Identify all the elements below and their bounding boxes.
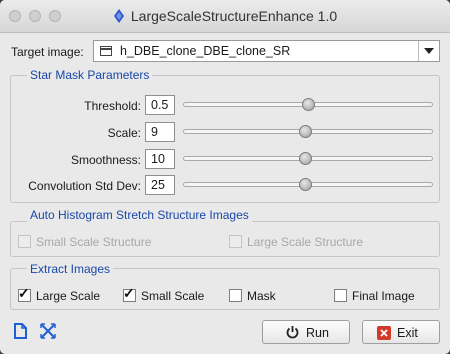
convolution-std-dev-input[interactable]: 25 (145, 175, 175, 195)
smoothness-label: Smoothness: (70, 153, 141, 167)
large-scale-structure-checkbox[interactable] (229, 235, 242, 248)
auto-histogram-group-title: Auto Histogram Stretch Structure Images (27, 208, 252, 222)
small-scale-label: Small Scale (141, 289, 205, 303)
threshold-slider-handle[interactable] (302, 98, 315, 111)
smoothness-input[interactable]: 10 (145, 149, 175, 169)
exit-button[interactable]: Exit (362, 320, 440, 344)
convolution-std-dev-label: Convolution Std Dev: (28, 179, 141, 193)
convolution-std-dev-slider-handle[interactable] (299, 178, 312, 191)
large-scale-checkbox[interactable]: ✓ (18, 285, 31, 302)
smoothness-slider-handle[interactable] (299, 152, 312, 165)
threshold-input[interactable]: 0.5 (145, 95, 175, 115)
final-image-label: Final Image (352, 289, 415, 303)
scale-input[interactable]: 9 (145, 122, 175, 142)
title-bar: LargeScaleStructureEnhance 1.0 (0, 0, 450, 33)
target-image-value: h_DBE_clone_DBE_clone_SR (120, 44, 291, 58)
mask-label: Mask (247, 289, 276, 303)
large-scale-label: Large Scale (36, 289, 101, 303)
checkmark-icon: ✓ (123, 285, 135, 301)
image-window-icon (100, 46, 112, 56)
pixinsight-icon (113, 9, 125, 26)
run-button[interactable]: Run (262, 320, 350, 344)
checkmark-icon: ✓ (18, 285, 30, 301)
target-image-label: Target image: (11, 45, 84, 59)
small-scale-structure-checkbox[interactable] (18, 235, 31, 248)
window-title: LargeScaleStructureEnhance 1.0 (130, 8, 338, 24)
dialog-window: LargeScaleStructureEnhance 1.0 Target im… (0, 0, 450, 354)
reset-icon[interactable] (40, 323, 56, 342)
final-image-checkbox[interactable] (334, 289, 347, 302)
large-scale-structure-label: Large Scale Structure (247, 235, 364, 249)
scale-slider-handle[interactable] (299, 125, 312, 138)
scale-label: Scale: (107, 126, 141, 140)
dropdown-arrow-icon[interactable] (418, 41, 439, 61)
star-mask-group-title: Star Mask Parameters (27, 68, 153, 82)
small-scale-structure-label: Small Scale Structure (36, 235, 152, 249)
power-icon (285, 325, 300, 343)
small-scale-checkbox[interactable]: ✓ (123, 285, 136, 302)
threshold-label: Threshold: (84, 99, 141, 113)
new-instance-icon[interactable] (13, 323, 28, 342)
target-image-select[interactable]: h_DBE_clone_DBE_clone_SR (93, 40, 440, 62)
extract-images-group-title: Extract Images (27, 262, 114, 276)
mask-checkbox[interactable] (229, 289, 242, 302)
run-button-label: Run (306, 326, 329, 340)
exit-button-label: Exit (397, 326, 418, 340)
close-icon (377, 326, 391, 343)
window-title-area: LargeScaleStructureEnhance 1.0 (0, 8, 450, 26)
